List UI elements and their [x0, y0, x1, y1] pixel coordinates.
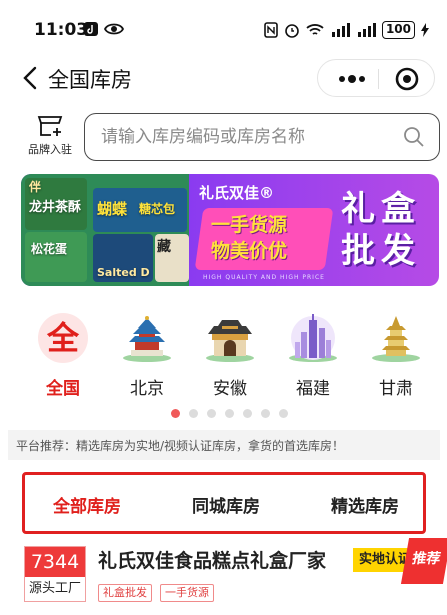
recommendation-text: 平台推荐：精选库房为实地/视频认证库房，拿货的首选库房！ — [16, 439, 345, 453]
category-pagination — [171, 409, 288, 418]
anhui-landmark-icon — [206, 320, 254, 362]
battery-indicator: 100 — [381, 21, 415, 39]
region-label: 福建 — [296, 379, 330, 399]
charging-icon — [421, 23, 429, 37]
gansu-pagoda-icon — [372, 316, 420, 362]
banner-product-text: 松花蛋 — [31, 242, 68, 256]
region-item-national[interactable]: 全 全国 — [31, 312, 95, 399]
tiktok-icon — [84, 22, 98, 36]
warehouse-list-item[interactable]: 7344 源头工厂 礼氏双佳食品糕点礼盒厂家 礼盒批发 一手货源 实地认证 推荐 — [0, 538, 447, 615]
banner-product-text: 龙井茶酥 — [29, 200, 82, 215]
pagination-dot[interactable] — [207, 409, 216, 418]
mini-program-capsule — [317, 59, 435, 97]
nfc-icon — [264, 22, 278, 38]
banner-product-text: 藏 — [157, 239, 171, 255]
region-item-beijing[interactable]: 北京 — [115, 312, 179, 399]
warehouse-tag: 一手货源 — [160, 584, 214, 602]
tab-same-city-warehouses[interactable]: 同城库房 — [192, 492, 260, 517]
warehouse-tag: 礼盒批发 — [98, 584, 152, 602]
store-add-icon — [37, 116, 63, 136]
banner-brand: 礼氏双佳® — [199, 184, 275, 202]
eye-icon — [104, 23, 124, 35]
banner-product-text: Salted D — [97, 266, 150, 279]
search-input[interactable] — [101, 114, 391, 159]
warehouse-tabs: 全部库房 同城库房 精选库房 — [22, 472, 426, 534]
more-icon[interactable] — [328, 64, 376, 94]
status-left-icons — [84, 22, 124, 36]
warehouse-code: 7344 — [25, 547, 85, 577]
banner-slogan-line1: 一手货源 — [211, 214, 288, 236]
banner-product-text: 伴 — [29, 180, 42, 194]
temple-of-heaven-icon — [123, 316, 171, 362]
banner-headline-line1: 礼盒 — [341, 189, 421, 229]
banner-product-text: 蝴蝶 — [97, 200, 128, 218]
promo-banner[interactable]: 伴 龙井茶酥 松花蛋 蝴蝶 糖芯包 藏 Salted D 礼氏双佳® 一手货源 … — [21, 174, 439, 286]
signal-icon-2 — [357, 23, 376, 37]
banner-product-text: 糖芯包 — [139, 202, 176, 216]
fujian-tower-icon — [289, 314, 337, 362]
search-icon[interactable] — [403, 126, 425, 148]
banner-slogan: 一手货源 物美价优 — [211, 212, 287, 264]
wifi-icon — [306, 24, 324, 35]
capsule-divider — [378, 69, 379, 89]
pagination-dot[interactable] — [189, 409, 198, 418]
pagination-dot[interactable] — [261, 409, 270, 418]
region-categories: 全 全国 北京 安徽 福建 甘肃 — [0, 312, 447, 399]
platform-recommendation: 平台推荐：精选库房为实地/视频认证库房，拿货的首选库房！ — [8, 430, 440, 460]
warehouse-type: 源头工厂 — [25, 577, 85, 601]
region-item-gansu[interactable]: 甘肃 — [364, 312, 428, 399]
region-label: 北京 — [130, 379, 164, 399]
region-item-anhui[interactable]: 安徽 — [198, 312, 262, 399]
warehouse-code-box: 7344 源头工厂 — [24, 546, 86, 602]
tab-all-warehouses[interactable]: 全部库房 — [53, 492, 121, 517]
pagination-dot[interactable] — [225, 409, 234, 418]
status-right-icons: 100 — [264, 21, 429, 39]
banner-headline-line2: 批发 — [341, 231, 421, 271]
pagination-dot[interactable] — [279, 409, 288, 418]
brand-entry-button[interactable]: 品牌入驻 — [24, 113, 76, 161]
national-icon: 全 — [38, 313, 88, 363]
region-item-fujian[interactable]: 福建 — [281, 312, 345, 399]
brand-entry-label: 品牌入驻 — [28, 143, 72, 156]
status-time: 11:03 — [34, 20, 89, 40]
banner-slogan-line2: 物美价优 — [211, 240, 288, 262]
banner-product-photo: 伴 龙井茶酥 松花蛋 蝴蝶 糖芯包 藏 Salted D — [21, 174, 189, 286]
search-box — [84, 113, 440, 161]
region-label: 安徽 — [213, 379, 247, 399]
pagination-dot[interactable] — [171, 409, 180, 418]
region-label: 全国 — [46, 379, 80, 399]
recommended-ribbon: 推荐 — [400, 538, 447, 584]
national-icon-text: 全 — [46, 319, 80, 357]
close-mini-program-icon[interactable] — [384, 64, 430, 94]
banner-headline: 礼盒 批发 — [341, 188, 421, 272]
region-label: 甘肃 — [379, 379, 413, 399]
banner-tagline: HIGH QUALITY AND HIGH PRICE — [203, 274, 325, 281]
signal-icon — [331, 23, 350, 37]
warehouse-name: 礼氏双佳食品糕点礼盒厂家 — [98, 550, 327, 572]
pagination-dot[interactable] — [243, 409, 252, 418]
tab-selected-warehouses[interactable]: 精选库房 — [331, 492, 399, 517]
page-title: 全国库房 — [48, 68, 132, 92]
status-bar: 11:03 100 — [0, 0, 447, 56]
alarm-icon — [285, 24, 299, 38]
back-arrow-icon[interactable] — [20, 64, 44, 92]
nav-bar: 全国库房 — [0, 56, 447, 100]
